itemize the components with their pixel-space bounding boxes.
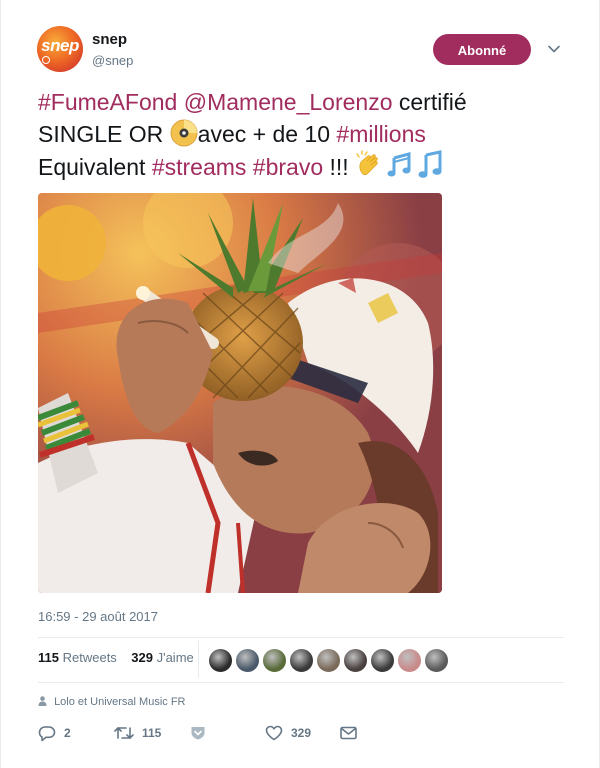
hashtag-fumeafond[interactable]: #FumeAFond [38,89,177,115]
liker-avatar[interactable] [235,648,260,673]
follow-context-text: Lolo et Universal Music FR [54,696,186,708]
liker-avatar[interactable] [397,648,422,673]
mention-mamene-lorenzo[interactable]: @Mamene_Lorenzo [184,89,393,115]
like-count: 329 [291,726,312,740]
divider [38,637,564,638]
clapping-hands-emoji [356,150,378,176]
tweet-text-fragment: !!! [323,154,356,180]
musical-note-emoji [418,150,442,178]
chevron-down-icon[interactable] [547,42,561,56]
likes-count[interactable]: 329 [131,650,153,665]
tweet-line-2: SINGLE OR avec + de 10 #millions [38,118,568,150]
divider [38,682,564,683]
liker-avatar[interactable] [289,648,314,673]
reply-button[interactable]: 2 [38,722,71,744]
display-name[interactable]: snep [92,31,127,48]
tweet-card: snep snep @snep Abonné #FumeAFond @Mamen… [0,0,600,768]
disc-emoji [170,119,198,147]
direct-message-shortcut-button[interactable] [190,722,206,744]
follow-context[interactable]: Lolo et Universal Music FR [38,696,186,708]
photo-content [38,193,442,593]
tweet-photo[interactable] [38,193,442,593]
reply-count: 2 [64,726,71,740]
tweet-text-fragment: certifié [392,89,467,115]
liker-avatar[interactable] [370,648,395,673]
tweet-line-1: #FumeAFond @Mamene_Lorenzo certifié [38,86,568,118]
tweet-text: #FumeAFond @Mamene_Lorenzo certifié SING… [38,86,568,183]
following-button[interactable]: Abonné [433,34,531,65]
retweet-button[interactable]: 115 [114,722,161,744]
hashtag-streams[interactable]: #streams [152,154,247,180]
tweet-text-fragment: Equivalent [38,154,152,180]
liker-avatar[interactable] [316,648,341,673]
tweet-line-3: Equivalent #streams #bravo !!! [38,150,568,183]
shield-chevron-icon [191,727,205,740]
hashtag-bravo[interactable]: #bravo [253,154,323,180]
message-button[interactable] [340,722,357,744]
retweets-count[interactable]: 115 [38,650,59,665]
liker-avatar[interactable] [343,648,368,673]
handle[interactable]: @snep [92,53,133,68]
likes-label[interactable]: J'aime [157,650,194,665]
tweet-text-fragment: avec + de 10 [197,121,337,147]
tweet-actions: 2 115 329 [38,722,438,744]
tweet-text-fragment: SINGLE OR [38,121,170,147]
avatar[interactable]: snep [37,26,83,72]
like-button[interactable]: 329 [265,722,311,744]
retweet-count: 115 [142,726,162,740]
avatar-logo-mark [42,56,50,64]
liker-avatar[interactable] [262,648,287,673]
stats-separator [198,640,199,678]
envelope-icon [340,726,357,740]
retweet-icon [114,727,134,739]
liker-avatar[interactable] [424,648,449,673]
reply-icon [38,725,56,741]
hashtag-millions[interactable]: #millions [336,121,425,147]
liker-avatar[interactable] [208,648,233,673]
tweet-stats: 115 Retweets 329 J'aime [38,650,194,665]
person-icon [38,696,47,706]
heart-icon [265,725,283,741]
timestamp[interactable]: 16:59 - 29 août 2017 [38,609,158,624]
retweets-label[interactable]: Retweets [63,650,117,665]
avatar-logo-text: snep [41,36,79,55]
musical-notes-emoji [387,152,411,177]
